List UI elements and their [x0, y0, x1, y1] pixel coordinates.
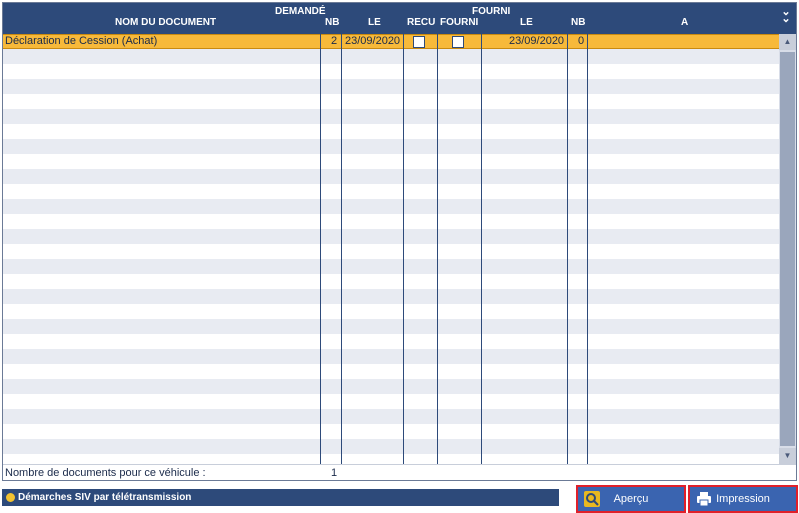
- empty-table-row[interactable]: [3, 394, 779, 409]
- cell-nom: Déclaration de Cession (Achat): [5, 35, 158, 47]
- fourni-checkbox[interactable]: [452, 36, 464, 48]
- impression-button[interactable]: Impression: [688, 485, 798, 513]
- col-header-fourni-le[interactable]: LE: [520, 17, 533, 28]
- apercu-label: Aperçu: [613, 493, 649, 505]
- grid-header: NOM DU DOCUMENT DEMANDÉ NB LE RECU FOURN…: [3, 3, 796, 34]
- empty-table-row[interactable]: [3, 169, 779, 184]
- cell-demande-le: 23/09/2020: [345, 35, 401, 47]
- cell-demande-nb: 2: [331, 35, 338, 47]
- empty-table-row[interactable]: [3, 214, 779, 229]
- column-divider: [481, 34, 482, 480]
- empty-table-row[interactable]: [3, 379, 779, 394]
- empty-table-row[interactable]: [3, 319, 779, 334]
- empty-table-row[interactable]: [3, 334, 779, 349]
- column-divider: [587, 34, 588, 480]
- col-header-demande-nb[interactable]: NB: [325, 17, 339, 28]
- empty-table-row[interactable]: [3, 439, 779, 454]
- apercu-button[interactable]: Aperçu: [576, 485, 686, 513]
- empty-table-row[interactable]: [3, 49, 779, 64]
- siv-section-header[interactable]: Démarches SIV par télétransmission: [2, 489, 559, 506]
- group-header-fourni: FOURNI: [472, 6, 511, 17]
- preview-icon: [584, 491, 600, 507]
- siv-label: Démarches SIV par télétransmission: [18, 492, 192, 503]
- vertical-scrollbar[interactable]: ▲ ▼: [779, 34, 796, 464]
- empty-table-row[interactable]: [3, 154, 779, 169]
- column-divider: [567, 34, 568, 480]
- recu-checkbox[interactable]: [413, 36, 425, 48]
- col-header-nom[interactable]: NOM DU DOCUMENT: [115, 17, 216, 28]
- empty-table-row[interactable]: [3, 79, 779, 94]
- scroll-down-icon[interactable]: ▼: [779, 448, 796, 464]
- empty-table-row[interactable]: [3, 139, 779, 154]
- group-header-demande: DEMANDÉ: [275, 6, 326, 17]
- cell-fourni-le: 23/09/2020: [509, 35, 565, 47]
- empty-table-row[interactable]: [3, 454, 779, 464]
- column-divider: [341, 34, 342, 480]
- footer-label: Nombre de documents pour ce véhicule :: [5, 467, 206, 479]
- empty-table-row[interactable]: [3, 64, 779, 79]
- empty-table-row[interactable]: [3, 199, 779, 214]
- footer-count: 1: [331, 467, 338, 479]
- column-divider: [403, 34, 404, 480]
- empty-table-row[interactable]: [3, 109, 779, 124]
- empty-table-row[interactable]: [3, 424, 779, 439]
- col-header-fourni-nb[interactable]: NB: [571, 17, 585, 28]
- printer-icon: [697, 492, 711, 507]
- documents-grid: NOM DU DOCUMENT DEMANDÉ NB LE RECU FOURN…: [2, 2, 797, 481]
- col-header-a[interactable]: A: [681, 17, 688, 28]
- empty-table-row[interactable]: [3, 409, 779, 424]
- grid-footer: Nombre de documents pour ce véhicule : 1: [3, 464, 796, 480]
- cell-fourni-nb: 0: [578, 35, 585, 47]
- impression-label: Impression: [716, 493, 770, 505]
- empty-table-row[interactable]: [3, 229, 779, 244]
- empty-table-row[interactable]: [3, 289, 779, 304]
- empty-table-row[interactable]: [3, 259, 779, 274]
- empty-table-row[interactable]: [3, 364, 779, 379]
- scrollbar-thumb[interactable]: [780, 52, 795, 446]
- scroll-up-icon[interactable]: ▲: [779, 34, 796, 50]
- chevron-double-down-icon[interactable]: ⌄ ⌄: [780, 7, 792, 25]
- col-header-recu[interactable]: RECU: [407, 17, 435, 28]
- empty-table-row[interactable]: [3, 304, 779, 319]
- table-row[interactable]: Déclaration de Cession (Achat) 2 23/09/2…: [3, 34, 779, 49]
- status-dot-icon: [6, 493, 15, 502]
- empty-table-row[interactable]: [3, 124, 779, 139]
- column-divider: [437, 34, 438, 480]
- column-divider: [320, 34, 321, 480]
- empty-table-row[interactable]: [3, 184, 779, 199]
- col-header-fourni[interactable]: FOURNI: [440, 17, 478, 28]
- empty-table-row[interactable]: [3, 94, 779, 109]
- grid-body: Déclaration de Cession (Achat) 2 23/09/2…: [3, 34, 779, 464]
- col-header-demande-le[interactable]: LE: [368, 17, 381, 28]
- empty-table-row[interactable]: [3, 244, 779, 259]
- empty-table-row[interactable]: [3, 349, 779, 364]
- empty-table-row[interactable]: [3, 274, 779, 289]
